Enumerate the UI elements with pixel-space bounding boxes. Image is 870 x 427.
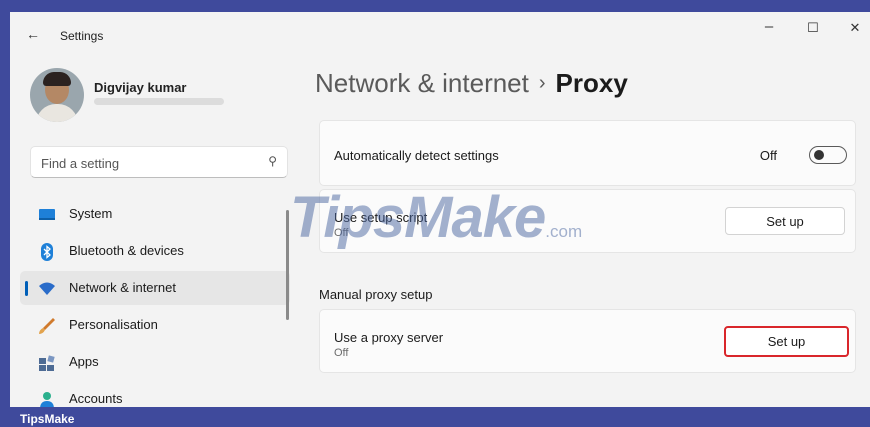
manual-proxy-heading: Manual proxy setup bbox=[319, 287, 433, 302]
sidebar-item-network[interactable]: Network & internet bbox=[20, 271, 290, 305]
sidebar-item-bluetooth[interactable]: Bluetooth & devices bbox=[20, 234, 290, 268]
proxy-server-card: Use a proxy server Off Set up bbox=[319, 309, 856, 373]
search-box[interactable]: ⚲ bbox=[30, 146, 288, 178]
auto-detect-title: Automatically detect settings bbox=[334, 148, 499, 163]
apps-icon bbox=[39, 355, 55, 371]
proxy-server-title: Use a proxy server bbox=[334, 330, 444, 345]
watermark-text: TipsMake bbox=[290, 185, 546, 250]
breadcrumb-separator-icon: › bbox=[538, 72, 546, 94]
brush-icon bbox=[39, 318, 55, 334]
title-bar: ← Settings – ☐ ✕ bbox=[10, 12, 870, 56]
wifi-icon bbox=[39, 282, 55, 295]
maximize-icon[interactable]: ☐ bbox=[798, 20, 828, 36]
sidebar-item-system[interactable]: System bbox=[20, 197, 290, 231]
proxy-server-state: Off bbox=[334, 347, 349, 359]
proxy-server-setup-button[interactable]: Set up bbox=[724, 326, 849, 357]
sidebar-scrollbar[interactable] bbox=[286, 210, 289, 320]
page-title: Proxy bbox=[555, 68, 628, 98]
sidebar-item-label: Accounts bbox=[69, 391, 123, 406]
breadcrumb: Network & internet › Proxy bbox=[315, 68, 628, 99]
setup-script-setup-button[interactable]: Set up bbox=[725, 207, 845, 235]
sidebar-item-label: Network & internet bbox=[69, 280, 176, 295]
breadcrumb-parent[interactable]: Network & internet bbox=[315, 68, 529, 98]
accounts-icon bbox=[40, 392, 54, 407]
sidebar-item-personalisation[interactable]: Personalisation bbox=[20, 308, 290, 342]
bluetooth-icon bbox=[41, 243, 53, 261]
user-name: Digvijay kumar bbox=[94, 80, 187, 95]
watermark-logo: TipsMake.com bbox=[290, 184, 582, 251]
sidebar-item-apps[interactable]: Apps bbox=[20, 345, 290, 379]
back-arrow-icon[interactable]: ← bbox=[26, 26, 40, 42]
system-icon bbox=[39, 209, 55, 220]
toggle-knob bbox=[814, 150, 824, 160]
auto-detect-card: Automatically detect settings Off bbox=[319, 120, 856, 186]
sidebar-item-label: Personalisation bbox=[69, 317, 158, 332]
sidebar-item-label: Apps bbox=[69, 354, 99, 369]
sidebar-item-label: Bluetooth & devices bbox=[69, 243, 184, 258]
search-icon[interactable]: ⚲ bbox=[268, 154, 277, 168]
close-icon[interactable]: ✕ bbox=[840, 20, 870, 36]
avatar[interactable] bbox=[30, 68, 84, 122]
auto-detect-toggle[interactable] bbox=[809, 146, 847, 164]
settings-window: ← Settings – ☐ ✕ Digvijay kumar ⚲ System… bbox=[10, 12, 870, 407]
footer-brand: TipsMake bbox=[20, 412, 75, 426]
minimize-icon[interactable]: – bbox=[754, 18, 784, 35]
user-email-redacted bbox=[94, 98, 224, 105]
sidebar-item-label: System bbox=[69, 206, 113, 221]
sidebar-item-accounts[interactable]: Accounts bbox=[20, 382, 290, 407]
app-title: Settings bbox=[60, 29, 104, 43]
watermark-suffix: .com bbox=[545, 222, 583, 241]
auto-detect-state: Off bbox=[759, 148, 777, 163]
selected-indicator bbox=[25, 281, 28, 296]
search-input[interactable] bbox=[39, 153, 258, 173]
